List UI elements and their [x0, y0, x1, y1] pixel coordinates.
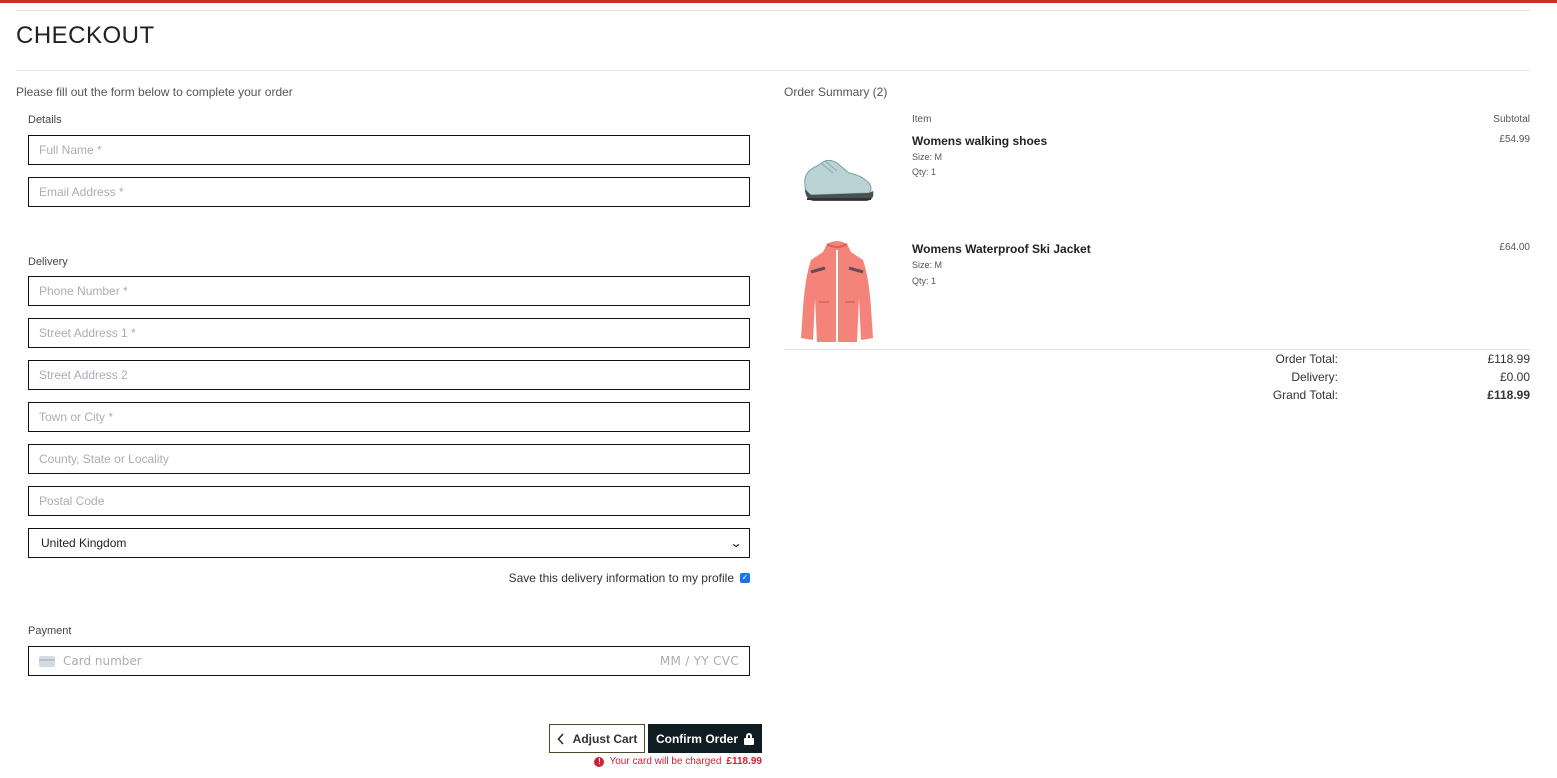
form-intro: Please fill out the form below to comple… [16, 85, 293, 99]
county-field[interactable] [28, 444, 750, 474]
summary-divider [784, 349, 1530, 350]
item-size: Size: M [912, 260, 943, 270]
country-value: United Kingdom [41, 536, 127, 550]
charge-amount: £118.99 [726, 756, 762, 767]
full-name-field[interactable] [28, 135, 750, 165]
subtotal-column-header: Subtotal [1493, 114, 1530, 125]
delivery-cost-value: £0.00 [1499, 370, 1530, 384]
item-size: Size: M [912, 152, 943, 162]
town-input[interactable] [29, 403, 749, 431]
street1-input[interactable] [29, 319, 749, 347]
confirm-order-button[interactable]: Confirm Order [648, 724, 762, 753]
street2-field[interactable] [28, 360, 750, 390]
payment-label: Payment [28, 625, 72, 637]
email-field[interactable] [28, 177, 750, 207]
grand-total-value: £118.99 [1487, 388, 1530, 402]
card-number-placeholder: Card number [63, 654, 142, 668]
delivery-cost-label: Delivery: [1291, 370, 1338, 384]
item-column-header: Item [912, 114, 932, 125]
postcode-input[interactable] [29, 487, 749, 515]
order-total-value: £118.99 [1487, 352, 1531, 366]
card-expiry-cvc-placeholder: MM / YY CVC [659, 654, 739, 668]
chevron-left-icon [557, 732, 564, 745]
delivery-label: Delivery [28, 256, 68, 268]
details-label: Details [28, 114, 62, 126]
title-divider [16, 70, 1530, 71]
phone-input[interactable] [29, 277, 749, 305]
town-field[interactable] [28, 402, 750, 432]
top-divider [16, 10, 1530, 11]
street2-input[interactable] [29, 361, 749, 389]
adjust-cart-label: Adjust Cart [572, 731, 638, 746]
top-accent-bar [0, 0, 1557, 3]
page-title: CHECKOUT [16, 22, 155, 49]
email-input[interactable] [29, 178, 749, 206]
item-price: £54.99 [1499, 134, 1530, 145]
order-summary-title: Order Summary (2) [784, 85, 888, 99]
charge-note-text: Your card will be charged [609, 756, 722, 767]
full-name-input[interactable] [29, 136, 749, 164]
ski-jacket-image [801, 241, 873, 342]
item-name: Womens walking shoes [912, 134, 1048, 148]
country-select[interactable]: United Kingdom ⌄ [28, 528, 750, 558]
item-qty: Qty: 1 [912, 276, 937, 286]
save-info-checkbox[interactable]: ✓ [740, 573, 750, 583]
order-total-label: Order Total: [1275, 352, 1338, 366]
phone-field[interactable] [28, 276, 750, 306]
card-field[interactable]: Card number MM / YY CVC [28, 646, 750, 676]
save-info-label: Save this delivery information to my pro… [508, 571, 734, 585]
save-info-row: Save this delivery information to my pro… [28, 571, 750, 585]
grand-total-label: Grand Total: [1272, 388, 1338, 402]
confirm-order-label: Confirm Order [655, 731, 738, 746]
item-qty: Qty: 1 [912, 167, 937, 177]
charge-note: ! Your card will be charged £118.99 [549, 756, 762, 767]
credit-card-icon [39, 655, 55, 667]
chevron-down-icon: ⌄ [729, 536, 743, 550]
adjust-cart-button[interactable]: Adjust Cart [549, 724, 645, 753]
county-input[interactable] [29, 445, 749, 473]
lock-icon [744, 732, 754, 745]
item-name: Womens Waterproof Ski Jacket [912, 242, 1091, 256]
alert-circle-icon: ! [594, 756, 605, 767]
item-price: £64.00 [1499, 242, 1530, 253]
walking-shoe-image [804, 159, 874, 201]
street1-field[interactable] [28, 318, 750, 348]
postcode-field[interactable] [28, 486, 750, 516]
